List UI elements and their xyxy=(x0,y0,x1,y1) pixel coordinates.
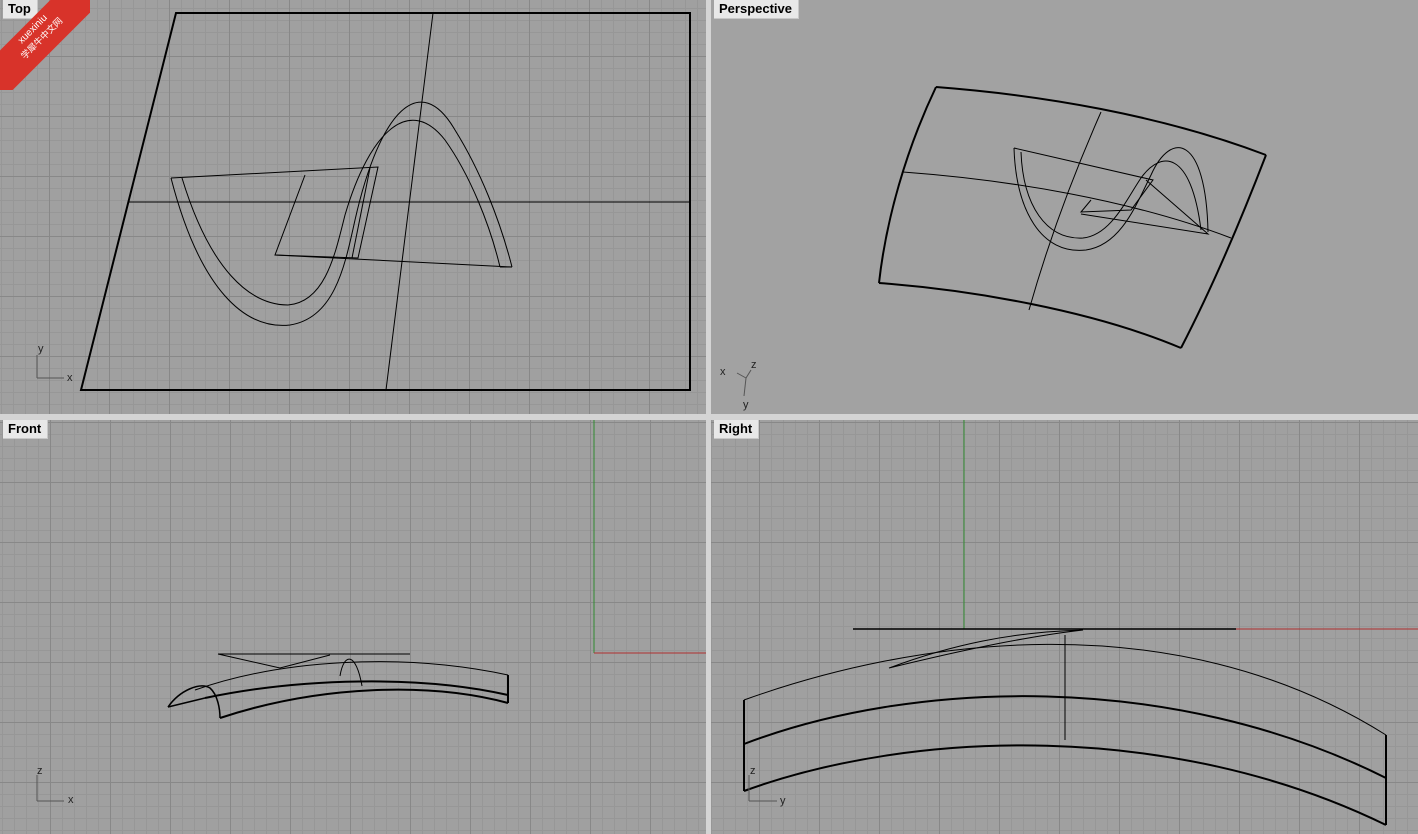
viewport-top[interactable]: Top y x xyxy=(0,0,706,414)
viewport-label-front[interactable]: Front xyxy=(3,420,49,439)
axis-label-x: x xyxy=(68,794,74,806)
surface-left-edge xyxy=(167,685,221,719)
axis-label-x: x xyxy=(720,366,726,378)
axis-label-x: x xyxy=(67,372,73,384)
surface-middle-edge xyxy=(204,680,509,699)
perspective-view-geometry: x z y xyxy=(720,86,1267,411)
watermark-band: xuexiniu 学犀牛中文网 xyxy=(0,0,90,90)
arch-outer xyxy=(1013,147,1209,251)
right-view-geometry: z y xyxy=(743,420,1418,826)
front-view-geometry: z x xyxy=(36,420,706,806)
surface-edge-top xyxy=(935,86,1267,156)
surface-edge-bottom xyxy=(878,282,1182,349)
viewport-label-right[interactable]: Right xyxy=(714,420,760,439)
viewport-label-perspective[interactable]: Perspective xyxy=(714,0,799,19)
axis-label-z: z xyxy=(37,765,43,777)
isocurve-v xyxy=(1028,111,1102,311)
arch-curve-inner xyxy=(181,119,501,306)
axis-label-y: y xyxy=(743,399,749,411)
arch-inner xyxy=(1020,151,1202,239)
axis-label-z: z xyxy=(750,765,756,777)
surface-bottom-edge xyxy=(219,688,509,719)
profile-bottom xyxy=(274,254,513,268)
axis-label-y: y xyxy=(780,795,786,807)
top-view-geometry: y x xyxy=(36,12,691,391)
surface-bottom-edge xyxy=(743,744,1387,826)
viewport-front[interactable]: Front z x xyxy=(0,420,706,834)
surface-edge-right xyxy=(1180,154,1267,349)
surface-edge-left xyxy=(878,86,937,284)
axis-label-y: y xyxy=(38,343,44,355)
viewport-right[interactable]: Right z y xyxy=(711,420,1418,834)
viewport-perspective[interactable]: Perspective x z y xyxy=(711,0,1418,414)
watermark-line1: xuexiniu xyxy=(16,12,50,47)
profile-quad xyxy=(170,166,379,259)
watermark-badge: xuexiniu 学犀牛中文网 xyxy=(0,0,90,90)
axis-label-z: z xyxy=(751,359,757,371)
arch-profile xyxy=(888,629,1084,669)
arch-curve-outer xyxy=(170,101,513,326)
isocurve-u xyxy=(902,171,1232,239)
diagonal-profile xyxy=(217,653,331,669)
profile-quad xyxy=(1013,147,1154,213)
